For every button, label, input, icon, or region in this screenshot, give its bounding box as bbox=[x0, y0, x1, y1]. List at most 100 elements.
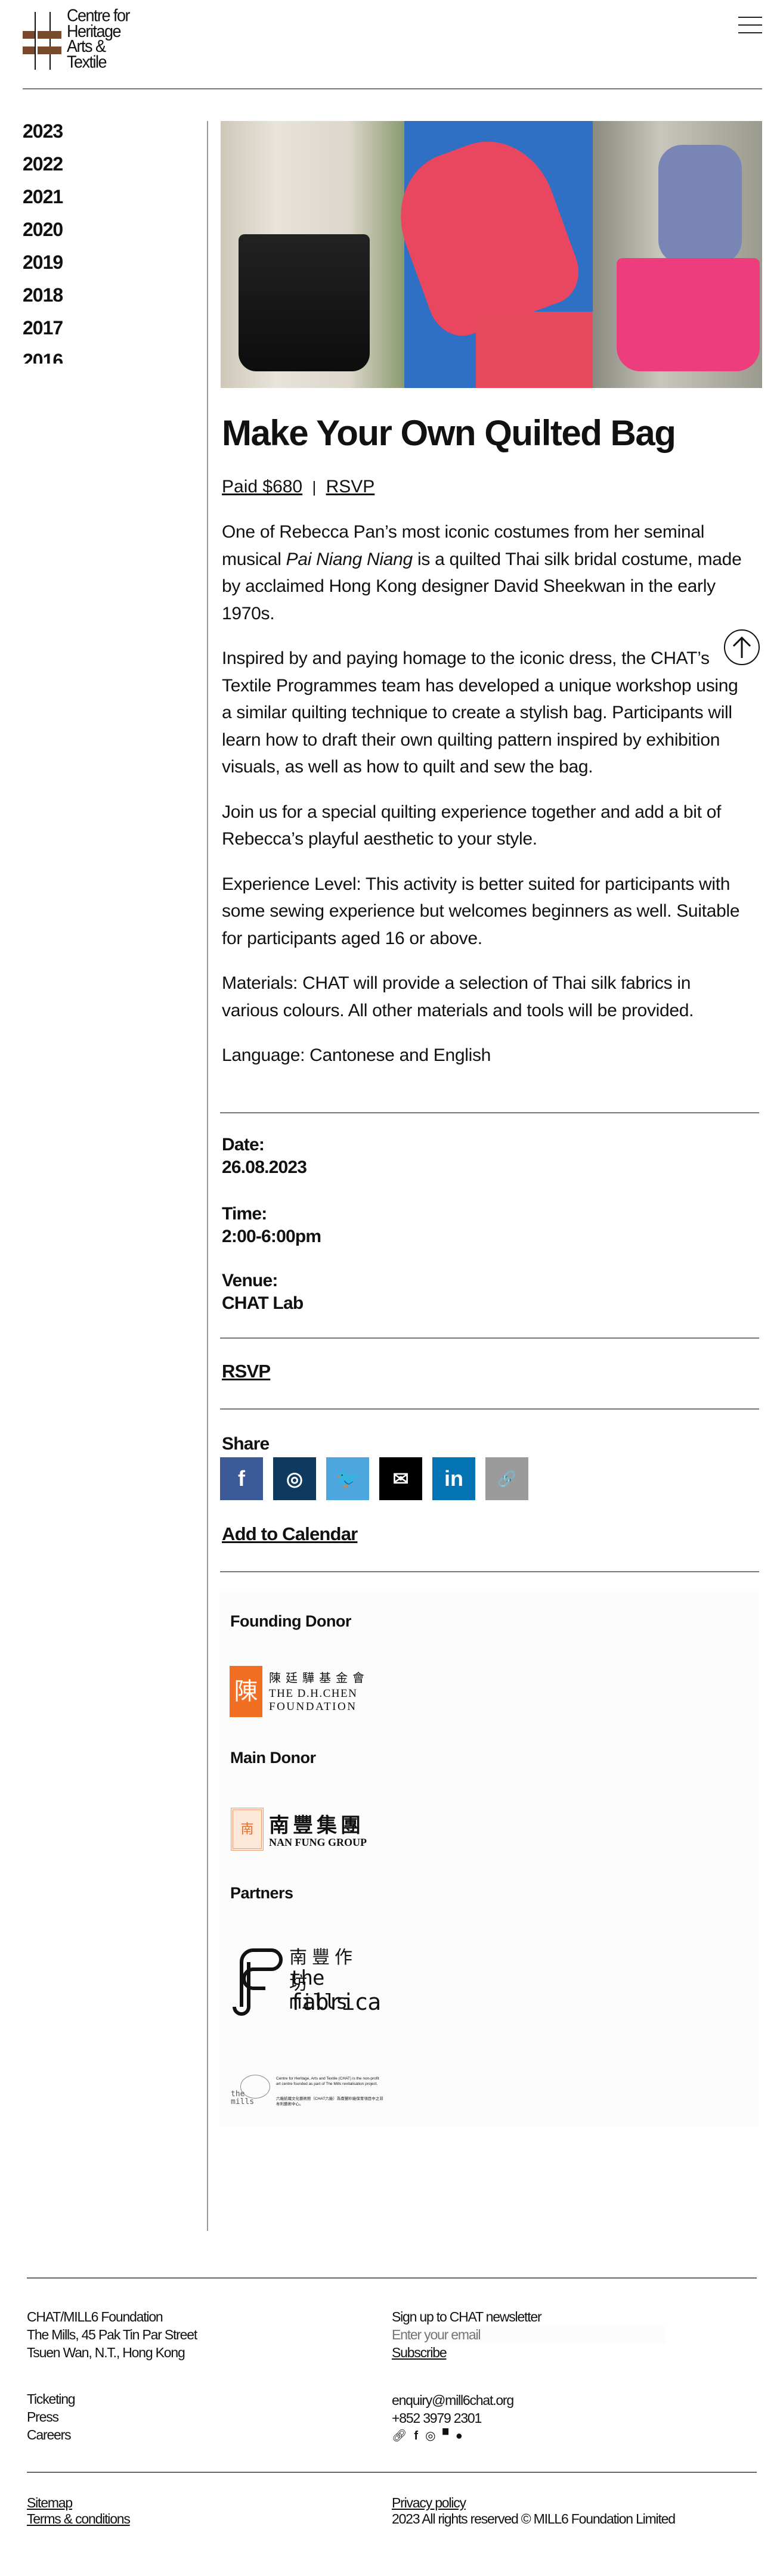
divider bbox=[220, 1337, 759, 1339]
year-2019[interactable]: 2019 bbox=[23, 250, 202, 283]
address-line: The Mills, 45 Pak Tin Par Street bbox=[27, 2327, 197, 2342]
year-2021[interactable]: 2021 bbox=[23, 185, 202, 218]
divider bbox=[220, 1571, 759, 1572]
logo-line: Centre for bbox=[67, 6, 131, 25]
logo-text: NAN FUNG GROUP bbox=[269, 1836, 367, 1848]
contact-email[interactable]: enquiry@mill6chat.org bbox=[392, 2391, 514, 2409]
logo-text: mills bbox=[231, 2097, 255, 2106]
social-icons: 🔗︎ f ◎ ▆ ● bbox=[392, 2427, 513, 2445]
logo-text: Centre for Heritage Arts & Textile bbox=[67, 6, 131, 72]
linkedin-icon: in bbox=[444, 1466, 463, 1491]
sponsors-section: Founding Donor 陳 陳廷驊基金會 THE D.H.CHEN FOU… bbox=[220, 1592, 759, 2126]
twitter-icon: 🐦 bbox=[336, 1468, 360, 1489]
date-label: Date: bbox=[222, 1135, 265, 1154]
privacy-policy-link[interactable]: Privacy policy bbox=[392, 2495, 675, 2511]
paragraph: Experience Level: This activity is bette… bbox=[222, 874, 740, 948]
sitemap-link[interactable]: Sitemap bbox=[27, 2495, 130, 2511]
paragraph: Materials: CHAT will provide a selection… bbox=[222, 973, 694, 1020]
the-mills-fabrica-logo[interactable]: 南豐作坊 the mills fabrica bbox=[230, 1941, 381, 2016]
arrow-up-icon bbox=[732, 636, 751, 658]
year-2020[interactable]: 2020 bbox=[23, 218, 202, 250]
facebook-icon[interactable]: f bbox=[414, 2427, 418, 2445]
careers-link[interactable]: Careers bbox=[27, 2426, 75, 2444]
the-mills-logo[interactable]: the mills Centre for Heritage, Arts and T… bbox=[231, 2074, 383, 2115]
footer-contact: enquiry@mill6chat.org +852 3979 2301 🔗︎ … bbox=[392, 2391, 514, 2445]
instagram-icon[interactable]: ◎ bbox=[425, 2427, 435, 2445]
photo-black-quilted-bag bbox=[221, 121, 404, 388]
header-divider bbox=[23, 88, 762, 89]
time-label: Time: bbox=[222, 1204, 267, 1224]
footer-address: CHAT/MILL6 Foundation The Mills, 45 Pak … bbox=[27, 2308, 197, 2361]
add-to-calendar-link[interactable]: Add to Calendar bbox=[222, 1523, 358, 1545]
paragraph: One of Rebecca Pan’s most iconic costume… bbox=[222, 522, 742, 623]
linkedin-share-button[interactable]: in bbox=[432, 1457, 475, 1500]
press-link[interactable]: Press bbox=[27, 2408, 75, 2426]
divider bbox=[220, 1408, 759, 1410]
logo-line: Arts & bbox=[67, 36, 106, 56]
venue-block: Venue: CHAT Lab bbox=[222, 1270, 762, 1315]
hamburger-icon[interactable] bbox=[738, 17, 762, 33]
logo-line: Textile bbox=[67, 52, 107, 72]
date-value: 26.08.2023 bbox=[222, 1157, 307, 1177]
venue-label: Venue: bbox=[222, 1271, 278, 1290]
wechat-icon[interactable]: ● bbox=[456, 2427, 463, 2445]
logo-text: 陳廷驊基金會 bbox=[269, 1671, 369, 1685]
share-buttons: f ◎ 🐦 ✉ in 🔗 bbox=[220, 1457, 528, 1500]
year-2018[interactable]: 2018 bbox=[23, 283, 202, 316]
year-2017[interactable]: 2017 bbox=[23, 316, 202, 349]
footer-divider bbox=[27, 2472, 757, 2473]
address-line: CHAT/MILL6 Foundation bbox=[27, 2309, 163, 2324]
newsletter-label: Sign up to CHAT newsletter bbox=[392, 2309, 542, 2324]
subscribe-button[interactable]: Subscribe bbox=[392, 2344, 666, 2361]
logo[interactable]: Centre for Heritage Arts & Textile bbox=[23, 7, 142, 72]
footer-legal-right: Privacy policy 2023 All rights reserved … bbox=[392, 2495, 676, 2527]
instagram-share-button[interactable]: ◎ bbox=[273, 1457, 316, 1500]
youtube-icon[interactable]: ▆ bbox=[443, 2427, 448, 2445]
paragraph: Join us for a special quilting experienc… bbox=[222, 802, 722, 849]
year-2023[interactable]: 2023 bbox=[23, 119, 202, 152]
facebook-icon: f bbox=[238, 1466, 245, 1491]
page-title: Make Your Own Quilted Bag bbox=[222, 413, 676, 453]
address-line: Tsuen Wan, N.T., Hong Kong bbox=[27, 2345, 185, 2360]
date-block: Date: 26.08.2023 bbox=[222, 1134, 762, 1179]
footer-legal-left: Sitemap Terms & conditions bbox=[27, 2495, 131, 2527]
share-label: Share bbox=[222, 1434, 270, 1454]
year-2016[interactable]: 2016 bbox=[23, 349, 202, 364]
photo-pink-shoulder-bag bbox=[593, 121, 762, 388]
scroll-to-top-button[interactable] bbox=[724, 629, 760, 665]
year-2022[interactable]: 2022 bbox=[23, 152, 202, 185]
logo-text: Centre for Heritage, Arts and Textile (C… bbox=[276, 2077, 379, 2086]
year-list[interactable]: 2023 2022 2021 2020 2019 2018 2017 2016 bbox=[23, 119, 202, 364]
nan-fung-group-logo[interactable]: 南 南豐集團 NAN FUNG GROUP bbox=[231, 1808, 380, 1852]
rsvp-inline-link[interactable]: RSVP bbox=[326, 477, 375, 496]
email-input[interactable] bbox=[392, 2326, 666, 2344]
price-link[interactable]: Paid $680 bbox=[222, 477, 302, 496]
event-meta: Paid $680 | RSVP bbox=[222, 477, 762, 497]
newsletter-form: Sign up to CHAT newsletter Subscribe bbox=[392, 2308, 666, 2361]
facebook-share-button[interactable]: f bbox=[220, 1457, 263, 1500]
twitter-share-button[interactable]: 🐦 bbox=[326, 1457, 369, 1500]
contact-phone: +852 3979 2301 bbox=[392, 2410, 482, 2426]
event-hero-image bbox=[221, 121, 762, 388]
email-share-button[interactable]: ✉ bbox=[379, 1457, 422, 1500]
main-donor-heading: Main Donor bbox=[230, 1749, 316, 1767]
founding-donor-heading: Founding Donor bbox=[230, 1612, 351, 1630]
logo-text: FOUNDATION bbox=[269, 1700, 357, 1713]
dh-chen-foundation-logo[interactable]: 陳 陳廷驊基金會 THE D.H.CHEN FOUNDATION bbox=[230, 1666, 379, 1717]
photo-pink-bag-flatlay bbox=[381, 121, 595, 388]
link-share-button[interactable]: 🔗 bbox=[485, 1457, 528, 1500]
time-block: Time: 2:00-6:00pm bbox=[222, 1203, 762, 1248]
footer-links: Ticketing Press Careers bbox=[27, 2390, 76, 2444]
email-icon: ✉ bbox=[392, 1468, 409, 1489]
time-value: 2:00-6:00pm bbox=[222, 1227, 321, 1246]
rsvp-link[interactable]: RSVP bbox=[222, 1361, 271, 1382]
ticketing-link[interactable]: Ticketing bbox=[27, 2390, 76, 2408]
sidebar-divider bbox=[207, 121, 208, 2231]
partners-heading: Partners bbox=[230, 1884, 293, 1902]
meta-separator: | bbox=[312, 478, 317, 496]
instagram-icon: ◎ bbox=[286, 1468, 303, 1489]
copyright: 2023 All rights reserved © MILL6 Foundat… bbox=[392, 2511, 676, 2527]
paragraph: Language: Cantonese and English bbox=[222, 1045, 491, 1065]
terms-link[interactable]: Terms & conditions bbox=[27, 2511, 131, 2527]
link-icon[interactable]: 🔗︎ bbox=[392, 2427, 407, 2445]
